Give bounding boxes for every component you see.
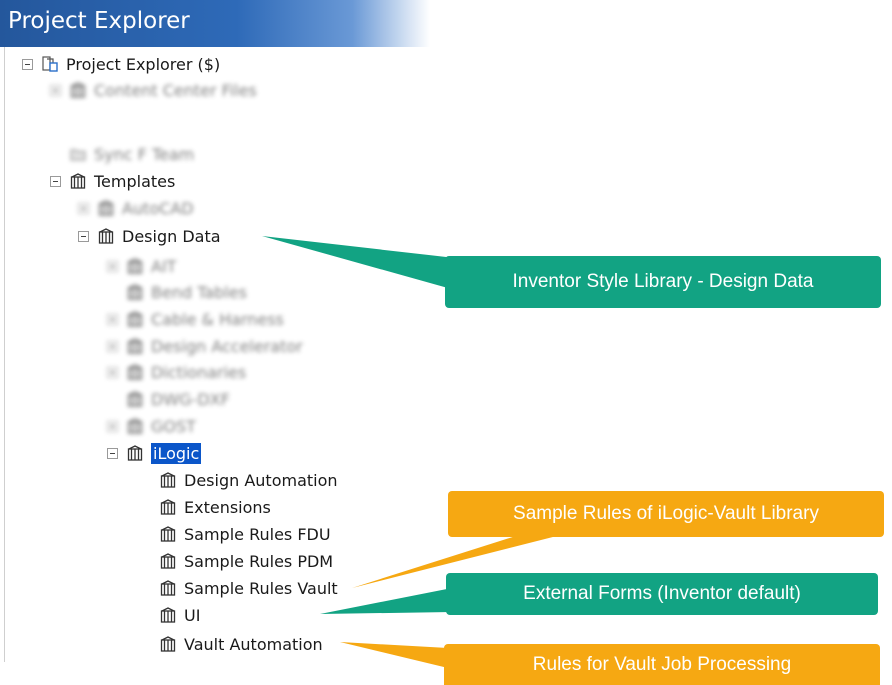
callout-vault-job: Rules for Vault Job Processing [444,644,880,685]
callout-design-data: Inventor Style Library - Design Data [445,256,881,308]
pointer-vault-job [340,642,448,668]
pointer-external-forms [320,588,452,614]
pointer-design-data [262,236,455,290]
callout-external-forms: External Forms (Inventor default) [446,573,878,615]
callout-sample-rules: Sample Rules of iLogic-Vault Library [448,491,884,537]
